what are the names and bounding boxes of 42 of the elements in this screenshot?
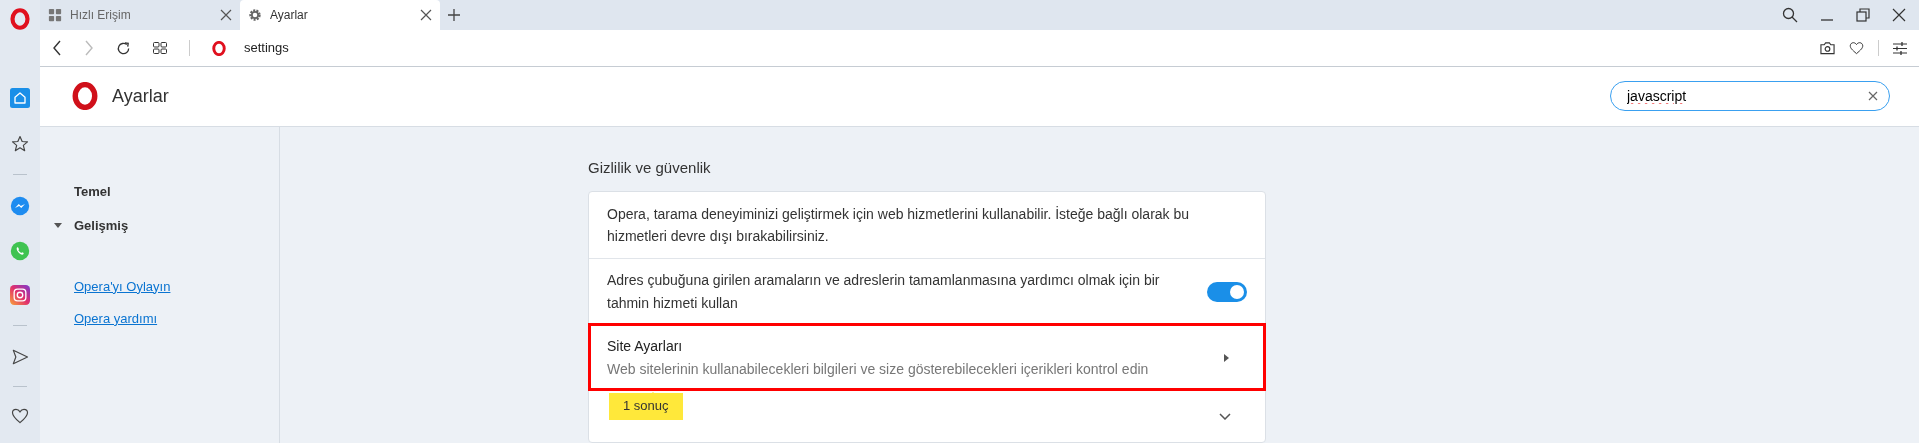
heart-icon[interactable] xyxy=(1849,41,1864,56)
opera-logo-icon xyxy=(212,40,226,56)
browser-tab[interactable]: Ayarlar xyxy=(240,0,440,30)
chevron-right-icon xyxy=(1224,353,1229,362)
settings-sliders-icon[interactable] xyxy=(1893,41,1907,55)
close-icon[interactable] xyxy=(420,9,432,21)
description-text: Opera, tarama deneyiminizi geliştirmek için web hizmetlerini kullanabilir. İsteğe bağlı olarak bu hizmetleri devre dışı bırakabilirsiniz. xyxy=(607,204,1191,246)
section-heading: Gizlilik ve güvenlik xyxy=(588,157,712,178)
instagram-icon[interactable] xyxy=(10,285,30,305)
setting-title: Site Ayarları xyxy=(607,337,684,357)
star-icon[interactable] xyxy=(10,134,30,154)
search-icon[interactable] xyxy=(1782,7,1798,23)
chevron-down-icon[interactable] xyxy=(1219,413,1231,420)
gear-icon xyxy=(248,8,262,22)
home-icon[interactable] xyxy=(10,88,30,108)
camera-icon[interactable] xyxy=(1820,41,1835,56)
search-field[interactable]: javascript xyxy=(1610,81,1890,112)
tiles-icon[interactable] xyxy=(153,42,167,55)
setting-subtitle: Web sitelerinin kullanabilecekleri bilgileri ve size gösterebilecekleri içerikleri kontrol edin xyxy=(607,359,1150,379)
setting-label: Adres çubuğuna girilen aramaların ve adreslerin tamamlanmasına yardımcı olmak için bir tahmin hizmeti kullan xyxy=(607,271,1161,313)
help-link[interactable]: Opera'yı Oylayın xyxy=(74,278,171,294)
nav-item[interactable]: Gelişmiş xyxy=(74,208,279,243)
close-icon[interactable] xyxy=(1892,8,1906,22)
help-link[interactable]: Opera yardımı xyxy=(74,310,158,326)
messenger-icon[interactable] xyxy=(10,196,30,216)
opera-logo-icon xyxy=(72,82,98,111)
restore-icon[interactable] xyxy=(1856,8,1870,22)
browser-tab[interactable]: Hızlı Erişim xyxy=(40,0,240,30)
close-icon[interactable] xyxy=(220,9,232,21)
page-title: Ayarlar xyxy=(112,85,169,108)
opera-logo-icon[interactable] xyxy=(10,8,30,30)
search-result-tooltip: 1 sonuç xyxy=(609,393,683,420)
new-tab-icon[interactable] xyxy=(448,9,460,21)
heart-icon[interactable] xyxy=(10,406,30,426)
clear-icon[interactable] xyxy=(1868,91,1878,102)
grid-icon xyxy=(48,8,62,22)
toggle-switch[interactable] xyxy=(1207,281,1247,302)
nav-item[interactable]: Temel xyxy=(74,174,279,209)
reload-icon[interactable] xyxy=(116,40,131,56)
url-text[interactable]: settings xyxy=(244,38,289,58)
send-icon[interactable] xyxy=(10,347,30,367)
back-icon[interactable] xyxy=(52,40,62,57)
